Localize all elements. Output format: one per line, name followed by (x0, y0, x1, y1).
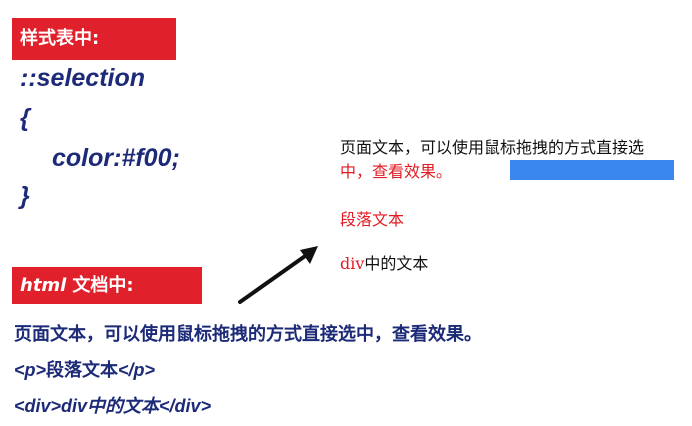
css-label-text: 样式表中: (20, 28, 100, 49)
p-close-tag: </p> (118, 360, 156, 380)
css-section-label: 样式表中: (12, 18, 176, 60)
html-section-label: html 文档中: (12, 267, 202, 304)
html-label-text: 文档中: (72, 274, 134, 296)
demo-page-text-unselected: 页面文本，可以使用鼠标拖拽的方式直接选 (340, 138, 645, 157)
html-code-line-2: <p>段落文本</p> (14, 356, 155, 382)
demo-page-text[interactable]: 页面文本，可以使用鼠标拖拽的方式直接选中，查看效果。 (340, 136, 674, 184)
div-open-tag: <div> (14, 396, 62, 416)
code-line-open-brace: { (20, 104, 30, 132)
code-line-close-brace: } (20, 182, 30, 210)
html-code-line-1: 页面文本，可以使用鼠标拖拽的方式直接选中，查看效果。 (14, 324, 482, 344)
html-code-line-3: <div>div中的文本</div> (14, 392, 211, 418)
rendered-demo-panel: 页面文本，可以使用鼠标拖拽的方式直接选中，查看效果。 段落文本 div中的文本 (340, 136, 680, 274)
p-open-tag: <p> (14, 360, 47, 380)
div-close-tag: </div> (159, 396, 212, 416)
pointer-arrow-icon (238, 246, 318, 304)
demo-div-prefix: div (340, 254, 365, 273)
demo-div[interactable]: div中的文本 (340, 250, 680, 274)
div-tag-content: div中的文本 (61, 396, 160, 416)
demo-page-text-selected: 中，查看效果。 (340, 162, 453, 181)
code-line-declaration: color:#f00; (52, 144, 180, 172)
p-tag-content: 段落文本 (46, 360, 119, 380)
html-label-keyword: html (20, 274, 67, 296)
code-line-selector: ::selection (20, 64, 146, 92)
demo-paragraph[interactable]: 段落文本 (340, 206, 680, 230)
demo-div-text: 中的文本 (364, 254, 429, 273)
